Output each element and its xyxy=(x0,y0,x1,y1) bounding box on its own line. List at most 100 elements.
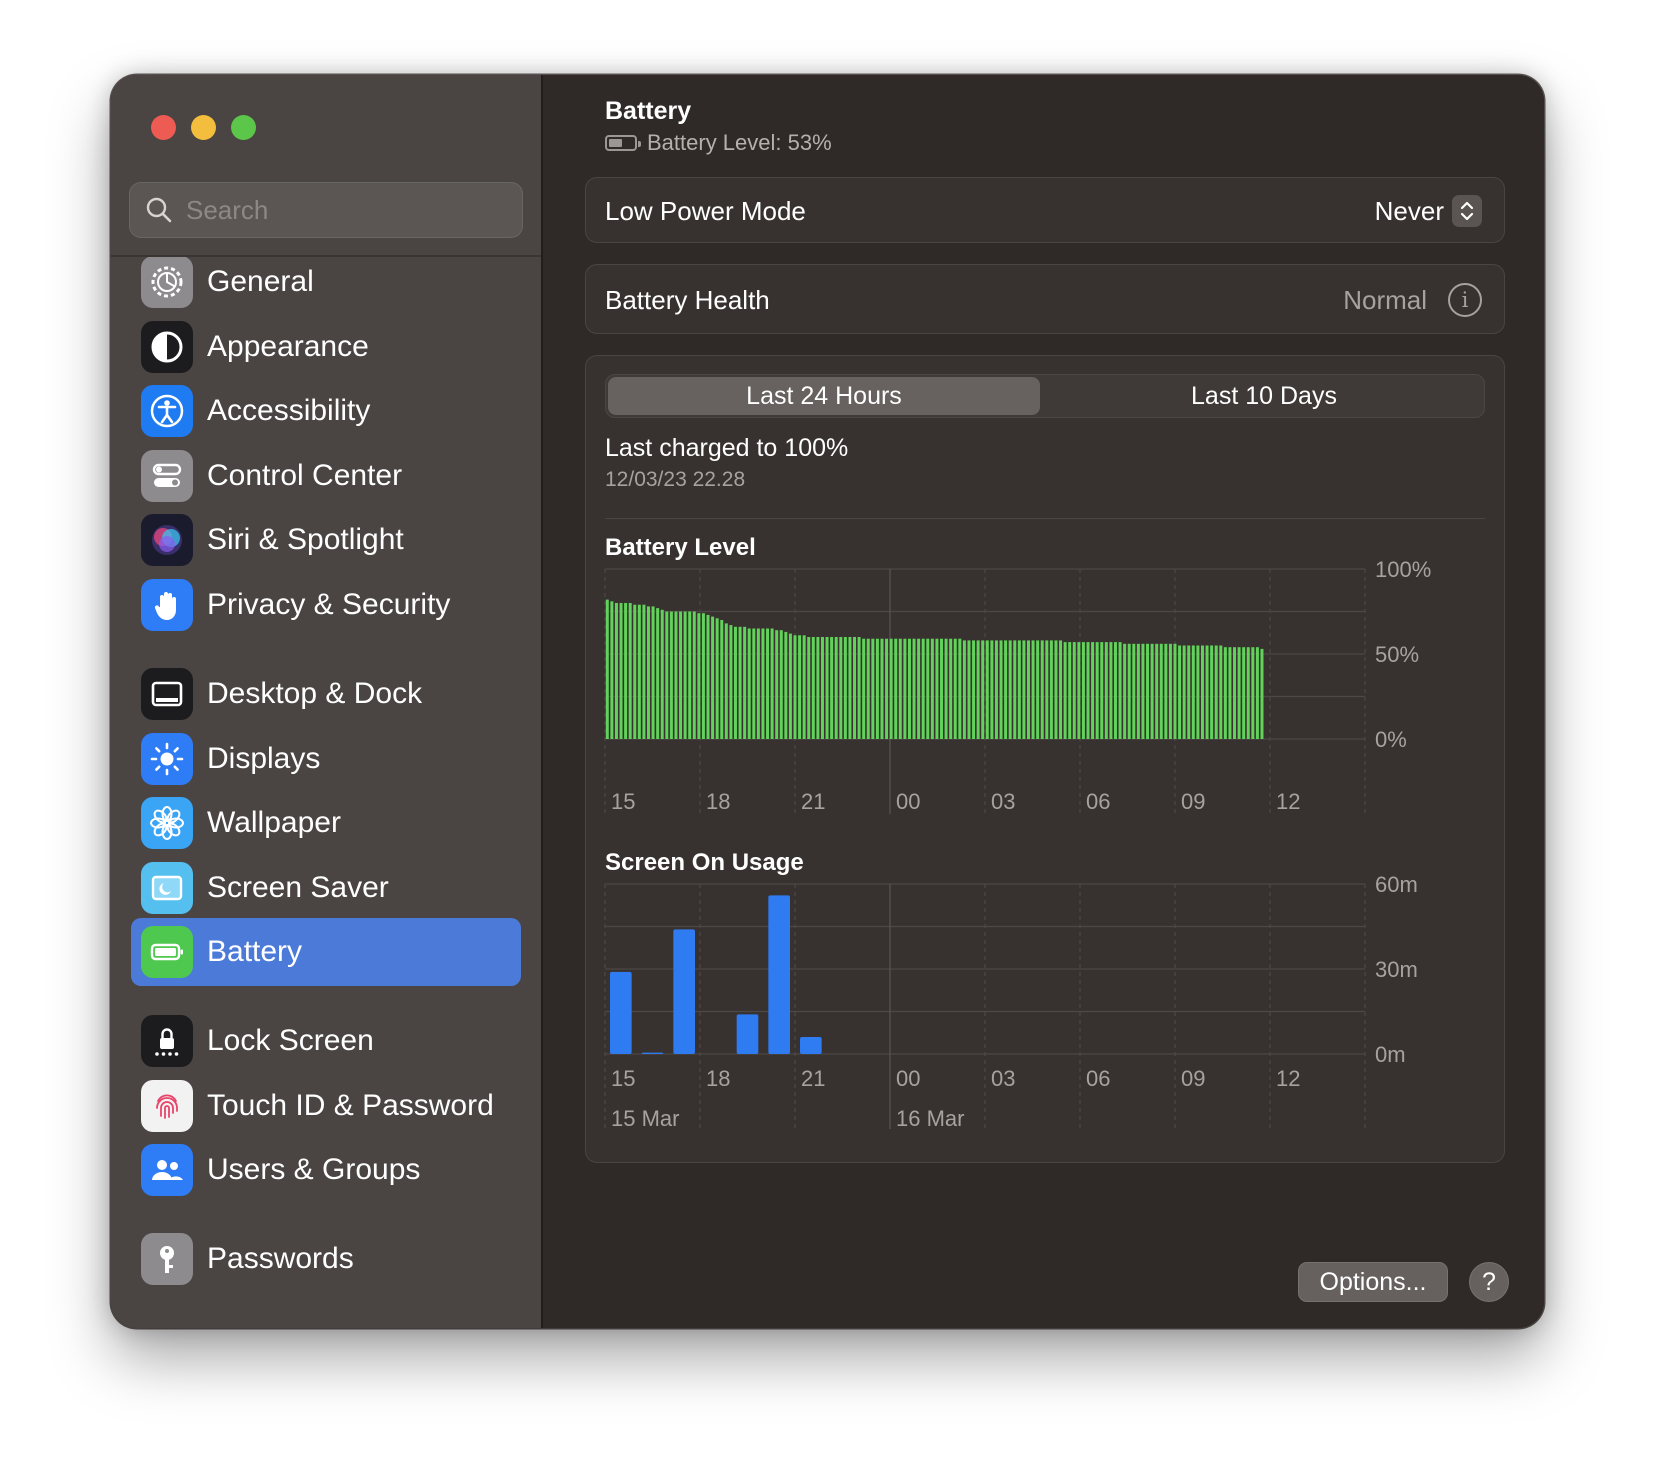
battery-bar xyxy=(1146,643,1150,739)
battery-bar xyxy=(1141,643,1145,739)
sidebar-list[interactable]: General Appearance Accessibility Control… xyxy=(111,257,541,1328)
card-divider xyxy=(605,518,1485,519)
battery-bar xyxy=(1049,640,1053,739)
battery-bar xyxy=(775,630,779,739)
desktop-dock-icon xyxy=(141,668,193,720)
battery-bar xyxy=(839,637,843,739)
sidebar-item-desktop-dock[interactable]: Desktop & Dock xyxy=(131,660,521,728)
battery-bar xyxy=(1008,640,1012,739)
battery-bar xyxy=(674,611,678,739)
low-power-mode-value[interactable]: Never xyxy=(1375,196,1444,227)
battery-bar xyxy=(1054,640,1058,739)
sidebar-item-touch-id-password[interactable]: Touch ID & Password xyxy=(131,1072,521,1140)
battery-bar xyxy=(633,604,637,739)
low-power-mode-row: Low Power Mode Never xyxy=(585,177,1505,243)
battery-bar xyxy=(907,638,911,739)
sidebar-item-screen-saver[interactable]: Screen Saver xyxy=(131,854,521,922)
battery-bar xyxy=(1219,645,1223,739)
sidebar-item-accessibility[interactable]: Accessibility xyxy=(131,377,521,445)
sidebar-item-lock-screen[interactable]: Lock Screen xyxy=(131,1007,521,1075)
sun-icon xyxy=(141,733,193,785)
control-center-icon xyxy=(141,450,193,502)
date-label: 16 Mar xyxy=(896,1106,964,1131)
sidebar-item-label: Passwords xyxy=(207,1242,354,1275)
screen-saver-icon xyxy=(141,862,193,914)
settings-window: Search General Appearance Accessibility … xyxy=(111,75,1544,1328)
battery-bar xyxy=(798,635,802,739)
sidebar-item-users-groups[interactable]: Users & Groups xyxy=(131,1136,521,1204)
battery-bar xyxy=(747,628,751,739)
tab-last-10-days[interactable]: Last 10 Days xyxy=(1046,377,1482,415)
battery-bar xyxy=(1233,647,1237,739)
battery-bar xyxy=(967,640,971,739)
battery-level-icon xyxy=(605,135,641,151)
sidebar-item-siri-spotlight[interactable]: Siri & Spotlight xyxy=(131,506,521,574)
search-placeholder: Search xyxy=(186,194,269,225)
battery-bar xyxy=(1255,647,1259,739)
battery-bar xyxy=(848,637,852,739)
battery-bar xyxy=(619,603,623,739)
battery-bar xyxy=(1210,645,1214,739)
sidebar-item-appearance[interactable]: Appearance xyxy=(131,313,521,381)
battery-bar xyxy=(1031,640,1035,739)
battery-bar xyxy=(1155,643,1159,739)
battery-bar xyxy=(1173,643,1177,739)
battery-bar xyxy=(921,638,925,739)
battery-bar xyxy=(999,640,1003,739)
last-charged-date: 12/03/23 22.28 xyxy=(605,468,746,491)
low-power-mode-popup-button[interactable] xyxy=(1452,195,1482,227)
options-button[interactable]: Options... xyxy=(1298,1262,1448,1302)
close-window-button[interactable] xyxy=(151,115,176,140)
battery-bar xyxy=(1081,642,1085,739)
battery-bar xyxy=(843,637,847,739)
battery-bar xyxy=(683,611,687,739)
battery-bar xyxy=(793,635,797,739)
battery-bar xyxy=(1091,642,1095,739)
x-axis-tick-label: 03 xyxy=(991,789,1015,814)
battery-bar xyxy=(903,638,907,739)
tab-last-24-hours[interactable]: Last 24 Hours xyxy=(608,377,1040,415)
minimize-window-button[interactable] xyxy=(191,115,216,140)
battery-bar xyxy=(1191,645,1195,739)
battery-bar xyxy=(953,638,957,739)
sidebar-item-label: Battery xyxy=(207,935,303,968)
battery-bar xyxy=(642,604,646,739)
sidebar-item-control-center[interactable]: Control Center xyxy=(131,442,521,510)
battery-bar xyxy=(1072,642,1076,739)
battery-bar xyxy=(962,640,966,739)
battery-bar xyxy=(724,623,728,739)
sidebar-item-label: Siri & Spotlight xyxy=(207,523,404,556)
battery-bar xyxy=(729,625,733,739)
battery-bar xyxy=(1136,643,1140,739)
battery-bar xyxy=(614,603,618,739)
battery-bar xyxy=(738,626,742,739)
battery-bar xyxy=(1040,640,1044,739)
search-field[interactable]: Search xyxy=(129,182,523,238)
zoom-window-button[interactable] xyxy=(231,115,256,140)
battery-bar xyxy=(1260,648,1264,739)
date-label: 15 Mar xyxy=(611,1106,679,1131)
sidebar-item-general[interactable]: General xyxy=(131,257,521,316)
battery-bar xyxy=(875,638,879,739)
sidebar-item-battery[interactable]: Battery xyxy=(131,918,521,986)
sidebar-item-privacy-security[interactable]: Privacy & Security xyxy=(131,571,521,639)
help-button[interactable]: ? xyxy=(1469,1262,1509,1302)
battery-bar xyxy=(976,640,980,739)
y-axis-tick-label: 100% xyxy=(1375,557,1431,582)
siri-icon xyxy=(141,514,193,566)
y-axis-tick-label: 30m xyxy=(1375,957,1418,982)
battery-bar xyxy=(1223,647,1227,739)
sidebar-item-label: Displays xyxy=(207,742,321,775)
lock-icon xyxy=(141,1015,193,1067)
battery-bar xyxy=(692,611,696,739)
sidebar-item-passwords[interactable]: Passwords xyxy=(131,1225,521,1293)
sidebar-item-label: General xyxy=(207,265,314,298)
battery-level-text: Battery Level: 53% xyxy=(647,130,832,155)
battery-bar xyxy=(1063,642,1067,739)
sidebar-item-wallpaper[interactable]: Wallpaper xyxy=(131,789,521,857)
time-range-segmented-control[interactable]: Last 24 Hours Last 10 Days xyxy=(605,374,1485,418)
sidebar-item-displays[interactable]: Displays xyxy=(131,725,521,793)
battery-pane: Battery Battery Level: 53% Low Power Mod… xyxy=(543,75,1544,1328)
info-icon[interactable]: i xyxy=(1448,283,1482,317)
battery-bar xyxy=(1095,642,1099,739)
